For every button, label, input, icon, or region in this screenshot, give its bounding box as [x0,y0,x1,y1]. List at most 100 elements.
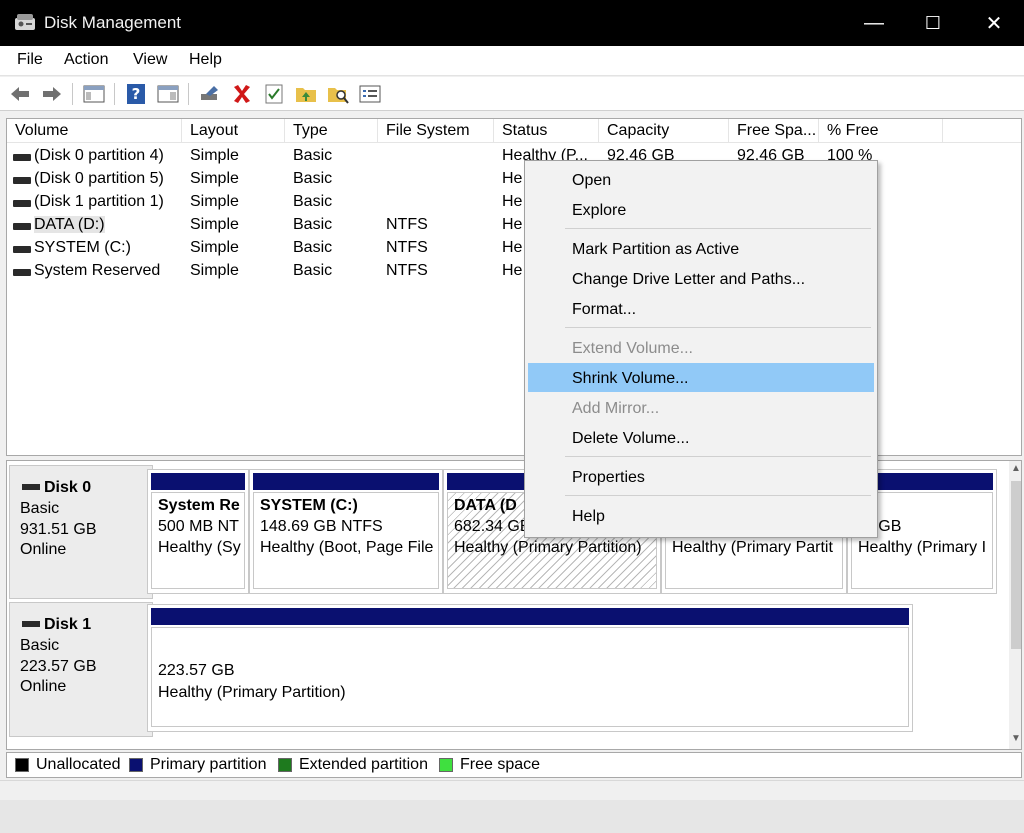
maximize-button[interactable]: ☐ [903,0,963,46]
menu-item-add-mirror: Add Mirror... [572,400,660,417]
volume-icon [13,246,31,253]
partition-details: 223.57 GB Healthy (Primary Partition) [151,627,909,727]
column-header-volume[interactable]: Volume [7,119,182,143]
partition-status: Healthy (Primary Partition) [158,684,346,701]
scroll-up-icon[interactable]: ▲ [1010,463,1021,474]
volume-status: He [502,170,523,187]
column-header-status[interactable]: Status [494,119,599,143]
menu-item-delete-volume[interactable]: Delete Volume... [528,423,874,452]
disk-1-info[interactable]: Disk 1 Basic 223.57 GB Online [9,602,153,737]
menu-file[interactable]: File [17,51,43,69]
disk-state: Online [20,541,67,558]
column-header-layout[interactable]: Layout [182,119,285,143]
disk-size: 931.51 GB [20,521,97,538]
partition-status: Healthy (Primary Partit [672,539,833,556]
partition-label: System Re [158,497,240,514]
search-folder-icon[interactable] [326,82,350,106]
connect-drive-icon[interactable] [198,82,222,106]
disk-kind: Basic [20,500,60,517]
menu-separator [565,456,871,457]
column-headers: Volume Layout Type File System Status Ca… [7,119,1021,143]
volume-status: He [502,193,523,210]
volume-name: DATA (D:) [34,216,105,234]
menu-bar: File Action View Help [0,46,1024,76]
help-icon[interactable]: ? [124,82,148,106]
volume-status: He [502,216,523,233]
disk-name: Disk 0 [44,479,92,496]
toolbar: ? [0,77,1024,111]
partition-legend: Unallocated Primary partition Extended p… [6,752,1022,778]
legend-label: Primary partition [150,756,267,773]
primary-partition-bar [253,473,439,490]
console-tree-icon[interactable] [82,82,106,106]
menu-item-change-drive-letter[interactable]: Change Drive Letter and Paths... [528,264,874,293]
partition-label: DATA (D [454,497,517,514]
volume-layout: Simple [190,216,239,233]
primary-partition-swatch [129,758,143,772]
partition-status: Healthy (Boot, Page File [260,539,434,556]
volume-layout: Simple [190,147,239,164]
menu-item-shrink-volume[interactable]: Shrink Volume... [528,363,874,392]
folder-up-icon[interactable] [294,82,318,106]
delete-icon[interactable] [230,82,254,106]
volume-type: Basic [293,216,333,233]
partition-system-c[interactable]: SYSTEM (C:) 148.69 GB NTFS Healthy (Boot… [249,469,443,594]
volume-icon [13,177,31,184]
disk-0-info[interactable]: Disk 0 Basic 931.51 GB Online [9,465,153,599]
volume-file-system: NTFS [386,216,428,233]
column-header-type[interactable]: Type [285,119,378,143]
menu-item-mark-active[interactable]: Mark Partition as Active [528,234,874,263]
window-bottom-edge [0,800,1024,833]
volume-icon [13,223,31,230]
title-bar: Disk Management — ☐ ✕ [0,0,1024,46]
menu-item-open[interactable]: Open [528,165,874,194]
check-icon[interactable] [262,82,286,106]
partition-details: System Re 500 MB NT Healthy (Sy [151,492,245,589]
menu-view[interactable]: View [133,51,167,69]
partition-size: 148.69 GB NTFS [260,518,383,535]
free-space-swatch [439,758,453,772]
column-header-capacity[interactable]: Capacity [599,119,729,143]
menu-item-extend-volume: Extend Volume... [572,340,693,357]
volume-type: Basic [293,147,333,164]
context-menu: Open Explore Mark Partition as Active Ch… [524,160,878,538]
menu-item-help[interactable]: Help [528,501,874,530]
vertical-scrollbar[interactable]: ▲ ▼ [1009,461,1021,749]
volume-layout: Simple [190,262,239,279]
window-title: Disk Management [44,13,182,32]
partition-disk1-partition1[interactable]: 223.57 GB Healthy (Primary Partition) [147,604,913,732]
svg-text:?: ? [132,85,141,103]
partition-size: 500 MB NT [158,518,239,535]
back-arrow-icon[interactable] [8,82,32,106]
partition-system-reserved[interactable]: System Re 500 MB NT Healthy (Sy [147,469,249,594]
column-header-percent-free[interactable]: % Free [819,119,943,143]
volume-file-system: NTFS [386,239,428,256]
menu-help[interactable]: Help [189,51,222,69]
menu-item-explore[interactable]: Explore [528,195,874,224]
scroll-down-icon[interactable]: ▼ [1010,733,1021,744]
menu-separator [565,495,871,496]
close-button[interactable]: ✕ [964,0,1024,46]
unallocated-swatch [15,758,29,772]
properties-pane-icon[interactable] [156,82,180,106]
volume-type: Basic [293,170,333,187]
minimize-button[interactable]: — [844,0,904,46]
menu-action[interactable]: Action [64,51,108,69]
list-icon[interactable] [358,82,382,106]
partition-status: Healthy (Primary Partition) [454,539,642,556]
volume-layout: Simple [190,193,239,210]
column-header-free-space[interactable]: Free Spa... [729,119,819,143]
partition-size: 682.34 GB [454,518,531,535]
scrollbar-thumb[interactable] [1011,481,1021,649]
disk-icon [22,621,40,627]
forward-arrow-icon[interactable] [40,82,64,106]
volume-type: Basic [293,262,333,279]
disk-size: 223.57 GB [20,658,97,675]
legend-label: Free space [460,756,541,773]
menu-item-properties[interactable]: Properties [528,462,874,491]
column-header-file-system[interactable]: File System [378,119,494,143]
menu-item-format[interactable]: Format... [528,294,874,323]
volume-status: He [502,262,523,279]
volume-name: (Disk 0 partition 5) [34,170,164,187]
volume-name: (Disk 0 partition 4) [34,147,164,164]
